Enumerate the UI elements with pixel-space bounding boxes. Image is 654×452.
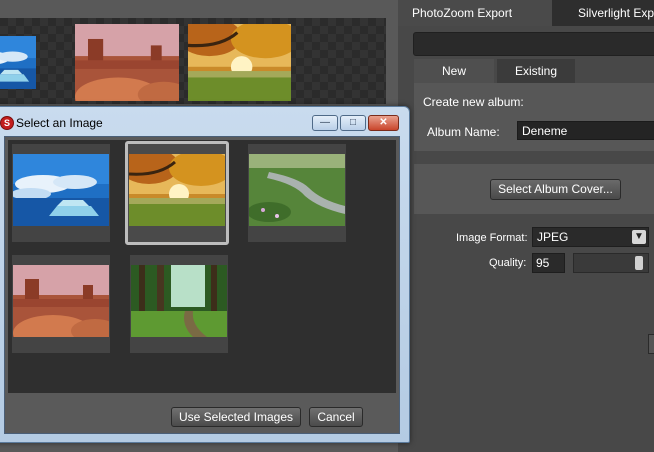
thumbnail-forest-path [131,265,227,337]
dialog-title: Select an Image [16,116,103,130]
album-name-label: Album Name: [427,125,500,139]
app-logo-icon: S [0,116,14,130]
thumbnail-meadow-stream [249,154,345,226]
image-grid [8,140,396,393]
thumbnail-ocean-pier [13,154,109,226]
minimize-icon[interactable]: — [312,115,338,131]
host-thumb-desert[interactable] [75,24,179,101]
close-icon[interactable]: ✕ [368,115,399,131]
image-format-label: Image Format: [456,232,528,244]
chevron-down-icon[interactable]: ▼ [632,230,646,244]
partial-control[interactable] [648,334,654,354]
album-cover-section: Select Album Cover... [414,164,654,214]
thumbnail-autumn-tree [129,154,225,226]
quality-slider-handle[interactable] [634,256,643,270]
image-tile-autumn-tree[interactable] [125,141,229,245]
host-thumb-ocean[interactable] [0,24,66,101]
subtab-new[interactable]: New [414,59,494,83]
subtab-existing[interactable]: Existing [497,59,575,83]
export-header-field [413,32,654,56]
image-format-value: JPEG [537,230,569,244]
tab-silverlight-export[interactable]: Silverlight Expo [554,0,654,26]
host-thumb-autumn[interactable] [188,24,291,101]
image-tile-meadow-stream[interactable] [248,144,346,242]
export-tabbar: PhotoZoom Export Silverlight Expo [398,0,654,26]
tab-photozoom-export[interactable]: PhotoZoom Export [398,0,552,26]
album-name-input[interactable]: Deneme [517,121,654,140]
image-tile-forest-path[interactable] [130,255,228,353]
maximize-icon[interactable]: □ [340,115,366,131]
quality-label: Quality: [489,257,527,269]
new-album-section: Create new album: Album Name: Deneme [414,83,654,151]
dialog-body: Use Selected Images Cancel [4,136,400,434]
quality-slider[interactable] [573,253,649,273]
image-tile-desert-mesa[interactable] [12,255,110,353]
thumbnail-desert-mesa [13,265,109,337]
image-tile-ocean-pier[interactable] [12,144,110,242]
quality-input[interactable]: 95 [532,253,565,273]
select-image-dialog: S Select an Image — □ ✕ Use Selected Ima… [0,106,410,443]
export-panel: PhotoZoom Export Silverlight Expo New Ex… [398,0,654,452]
image-format-select[interactable]: JPEG ▼ [532,227,649,247]
use-selected-images-button[interactable]: Use Selected Images [171,407,301,427]
select-album-cover-button[interactable]: Select Album Cover... [490,179,621,200]
create-album-label: Create new album: [423,95,524,109]
cancel-button[interactable]: Cancel [309,407,363,427]
